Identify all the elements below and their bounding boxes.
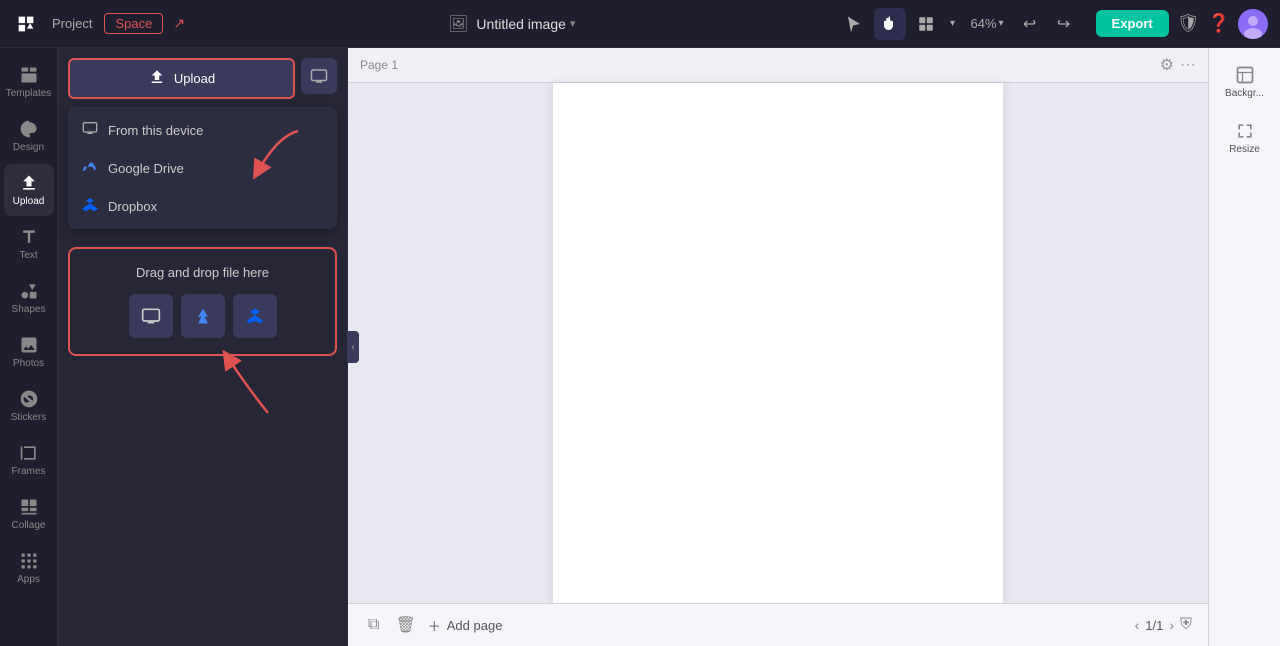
title-chevron: ▾ [570,17,576,30]
upload-icon [148,68,166,89]
app-logo[interactable] [12,10,40,38]
redo-button[interactable]: ↪ [1048,8,1080,40]
drag-drop-area[interactable]: Drag and drop file here [68,247,337,356]
lock-button[interactable]: ⛨ [1180,616,1192,634]
side-panel: Upload From this device Google Drive [58,48,348,646]
upload-button[interactable]: Upload [68,58,295,99]
topbar-tools: ▾ 64% ▾ ↩ ↪ [838,8,1079,40]
background-label: Backgr... [1225,88,1264,99]
resize-button[interactable]: Resize [1217,112,1273,164]
add-page-label: Add page [447,618,503,633]
bottom-right: ‹ 1/1 › ⛨ [1135,616,1192,634]
topbar-center: 🖼 Untitled image ▾ [193,14,830,34]
sidebar-item-photos[interactable]: Photos [4,326,54,378]
sidebar-item-apps[interactable]: Apps [4,542,54,594]
sidebar-item-design[interactable]: Design [4,110,54,162]
hand-tool[interactable] [874,8,906,40]
dropbox-icon [82,196,98,216]
drag-drop-icons [82,294,323,338]
sidebar-item-text[interactable]: Text [4,218,54,270]
upload-device-button[interactable] [301,58,337,94]
design-label: Design [13,142,44,153]
right-panel: Backgr... Resize [1208,48,1280,646]
sidebar-item-frames[interactable]: Frames [4,434,54,486]
layout-chevron[interactable]: ▾ [944,8,960,40]
icon-bar: Templates Design Upload Text Shapes Phot… [0,48,58,646]
upload-button-label: Upload [174,71,215,86]
canvas-settings-button[interactable]: ⚙ [1160,55,1174,75]
layout-tool[interactable] [910,8,942,40]
next-page-button[interactable]: › [1169,617,1174,633]
gdrive-label: Google Drive [108,161,184,176]
sidebar-item-templates[interactable]: Templates [4,56,54,108]
panel-collapse-handle[interactable]: ‹ [347,331,359,363]
topbar-right: Export 🛡 ❓ [1096,9,1268,39]
undo-redo-group: ↩ ↪ [1014,8,1080,40]
device-label: From this device [108,123,203,138]
add-page-icon: ＋ [428,616,441,635]
zoom-control[interactable]: 64% ▾ [964,16,1009,31]
stickers-label: Stickers [11,412,47,423]
add-page-button[interactable]: ＋ Add page [428,616,503,635]
export-button[interactable]: Export [1096,10,1169,37]
bottom-copy-button[interactable]: ⧉ [364,612,383,638]
dropdown-item-device[interactable]: From this device [68,111,337,149]
topbar: Project Space ↗ 🖼 Untitled image ▾ ▾ 64%… [0,0,1280,48]
background-button[interactable]: Backgr... [1217,56,1273,108]
sidebar-item-shapes[interactable]: Shapes [4,272,54,324]
drag-gdrive-btn[interactable] [181,294,225,338]
annotation-arrow-2 [218,348,278,423]
canvas-more-button[interactable]: ··· [1180,56,1196,74]
apps-label: Apps [17,574,40,585]
sidebar-item-stickers[interactable]: Stickers [4,380,54,432]
document-title[interactable]: Untitled image ▾ [476,16,575,32]
bottom-bar: ⧉ 🗑 ＋ Add page ‹ 1/1 › ⛨ [348,603,1208,646]
document-icon: 🖼 [448,14,468,34]
drag-dropbox-btn[interactable] [233,294,277,338]
upload-area: Upload [58,48,347,105]
frames-label: Frames [12,466,46,477]
drag-device-btn[interactable] [129,294,173,338]
avatar[interactable] [1238,9,1268,39]
prev-page-button[interactable]: ‹ [1135,617,1140,633]
shapes-label: Shapes [12,304,46,315]
resize-label: Resize [1229,144,1260,155]
dropdown-item-gdrive[interactable]: Google Drive [68,149,337,187]
bottom-delete-button[interactable]: 🗑 [391,611,419,639]
title-text: Untitled image [476,16,566,32]
layout-tool-group: ▾ [910,8,960,40]
project-label: Project [52,16,92,31]
device-icon [82,120,98,140]
upload-label: Upload [13,196,45,207]
page-count: 1/1 [1145,618,1163,633]
page-label: Page 1 [360,58,398,72]
space-arrow: ↗ [173,15,185,32]
sidebar-item-collage[interactable]: Collage [4,488,54,540]
dropbox-label: Dropbox [108,199,157,214]
photos-label: Photos [13,358,44,369]
undo-button[interactable]: ↩ [1014,8,1046,40]
canvas-area: Page 1 ⚙ ··· ⧉ 🗑 ＋ Add page ‹ 1/1 › ⛨ [348,48,1208,646]
templates-label: Templates [6,88,52,99]
canvas-page [553,83,1003,603]
dropdown-menu: From this device Google Drive Dropbox [68,107,337,229]
collage-label: Collage [12,520,46,531]
text-label: Text [19,250,37,261]
help-icon[interactable]: ❓ [1208,13,1230,34]
sidebar-item-upload[interactable]: Upload [4,164,54,216]
canvas-toolbar: Page 1 ⚙ ··· [348,48,1208,83]
pointer-tool[interactable] [838,8,870,40]
main-area: Templates Design Upload Text Shapes Phot… [0,48,1280,646]
canvas-content[interactable] [348,83,1208,603]
drag-drop-label: Drag and drop file here [82,265,323,280]
gdrive-icon [82,158,98,178]
dropdown-item-dropbox[interactable]: Dropbox [68,187,337,225]
shield-icon[interactable]: 🛡 [1177,13,1200,34]
space-button[interactable]: Space [104,13,163,34]
